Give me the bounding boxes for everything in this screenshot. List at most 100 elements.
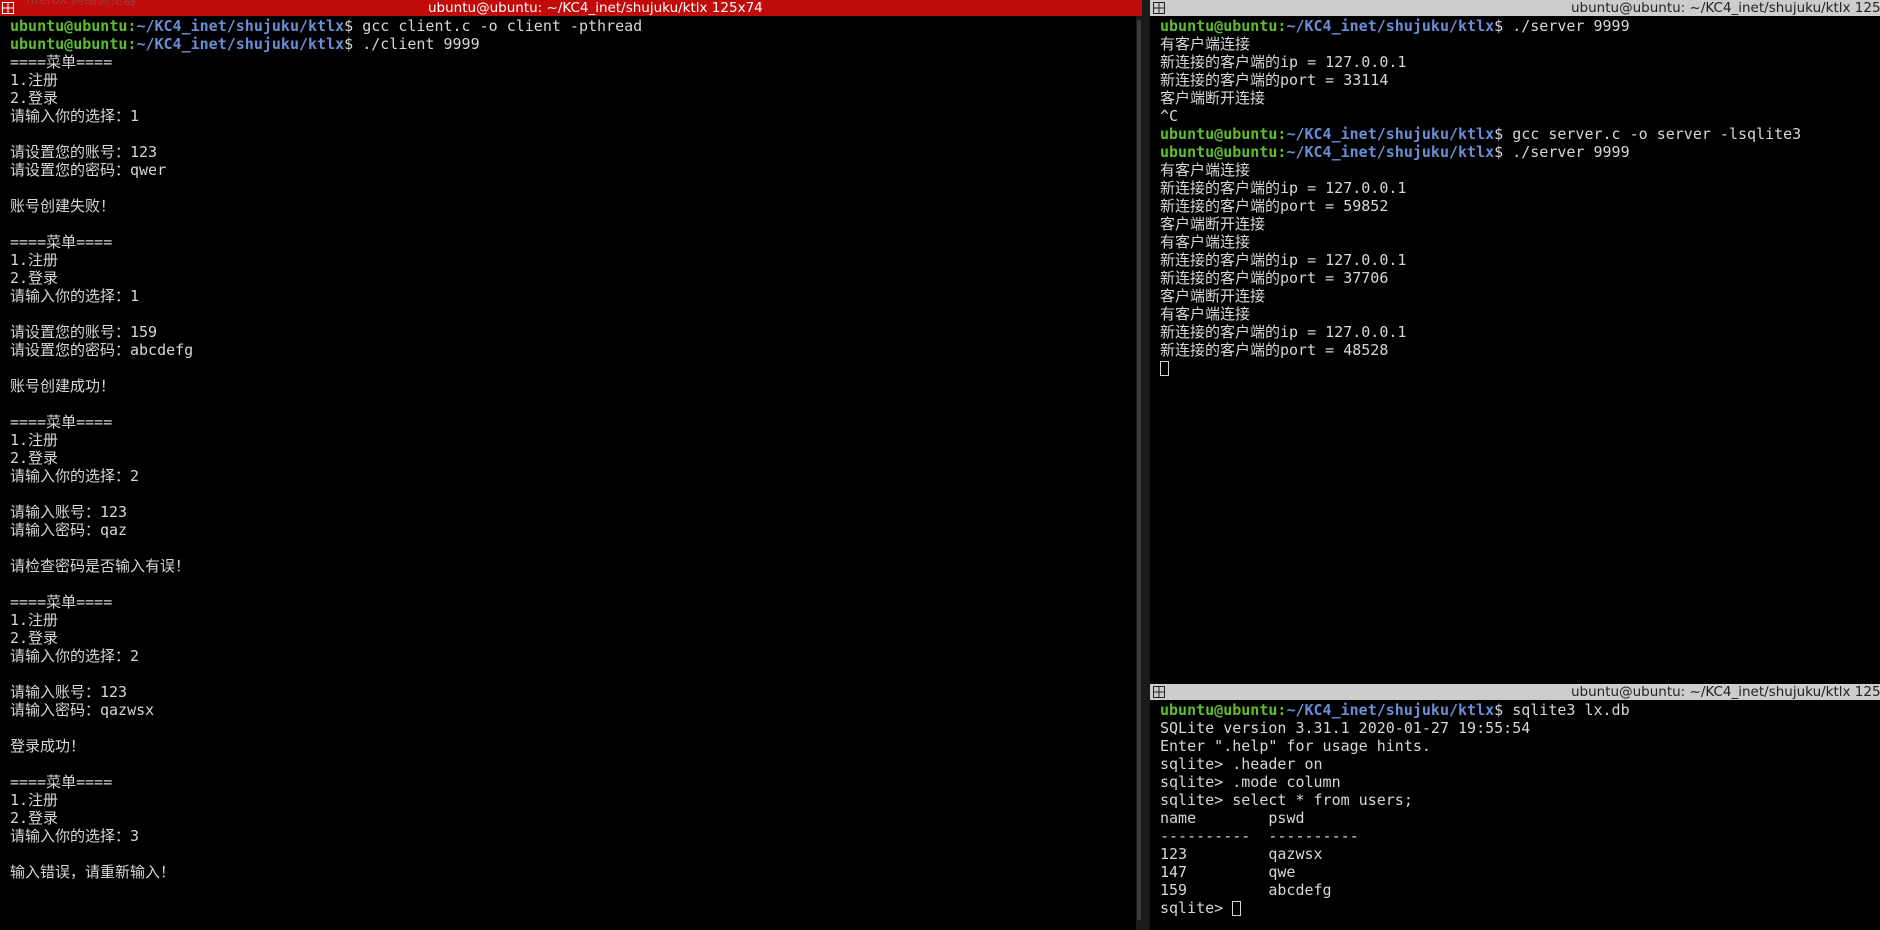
output-text: sqlite> (1160, 899, 1233, 917)
output-line: 请输入你的选择：3 (10, 827, 1138, 845)
output-text: 请输入账号：123 (10, 683, 128, 701)
output-line: ====菜单==== (10, 413, 1138, 431)
left-terminal-title: ubuntu@ubuntu: ~/KC4_inet/shujuku/ktlx 1… (428, 0, 763, 16)
output-text: SQLite version 3.31.1 2020-01-27 19:55:5… (1160, 719, 1531, 737)
output-line: 客户端断开连接 (1160, 89, 1876, 107)
right-top-terminal-titlebar[interactable]: ubuntu@ubuntu: ~/KC4_inet/shujuku/ktlx 1… (1150, 0, 1880, 16)
command-text: $ ./server 9999 (1494, 143, 1630, 161)
prompt-user: ubuntu@ubuntu (1160, 143, 1278, 161)
output-line (1160, 359, 1876, 377)
output-line: 请输入账号：123 (10, 683, 1138, 701)
output-line: Enter ".help" for usage hints. (1160, 737, 1876, 755)
output-text: 请输入你的选择：2 (10, 647, 140, 665)
output-text: sqlite> .mode column (1160, 773, 1341, 791)
output-text: 请检查密码是否输入有误！ (10, 557, 191, 575)
output-text: 客户端断开连接 (1160, 287, 1266, 305)
output-text: 新连接的客户端的ip = 127.0.0.1 (1160, 179, 1407, 197)
prompt-path: ~/KC4_inet/shujuku/ktlx (136, 17, 345, 35)
left-terminal-pane[interactable]: firefox 网络浏览器 ubuntu@ubuntu: ~/KC4_inet/… (0, 0, 1142, 930)
output-text: ====菜单==== (10, 233, 113, 251)
command-text: $ ./server 9999 (1494, 17, 1630, 35)
output-text: 2.登录 (10, 269, 59, 287)
command-text: $ ./client 9999 (344, 35, 480, 53)
output-line: sqlite> .mode column (1160, 773, 1876, 791)
output-text: 请设置您的密码：abcdefg (10, 341, 194, 359)
output-line: ---------- ---------- (1160, 827, 1876, 845)
command-text: $ gcc server.c -o server -lsqlite3 (1494, 125, 1802, 143)
output-text: 请设置您的密码：qwer (10, 161, 167, 179)
output-line: 2.登录 (10, 809, 1138, 827)
output-line: 新连接的客户端的port = 59852 (1160, 197, 1876, 215)
output-text: ====菜单==== (10, 53, 113, 71)
output-text: 请设置您的账号：159 (10, 323, 158, 341)
output-text: ---------- ---------- (1160, 827, 1359, 845)
output-text: 1.注册 (10, 251, 59, 269)
output-line: ====菜单==== (10, 233, 1138, 251)
output-line: 请检查密码是否输入有误！ (10, 557, 1138, 575)
left-terminal-output[interactable]: ubuntu@ubuntu:~/KC4_inet/shujuku/ktlx$ g… (10, 17, 1138, 930)
right-top-terminal-output[interactable]: ubuntu@ubuntu:~/KC4_inet/shujuku/ktlx$ .… (1160, 17, 1876, 682)
output-text: 新连接的客户端的ip = 127.0.0.1 (1160, 53, 1407, 71)
output-text: 有客户端连接 (1160, 233, 1251, 251)
window-menu-icon[interactable] (2, 2, 14, 14)
output-line: ====菜单==== (10, 593, 1138, 611)
window-menu-icon[interactable] (1153, 686, 1165, 698)
right-bottom-terminal-output[interactable]: ubuntu@ubuntu:~/KC4_inet/shujuku/ktlx$ s… (1160, 701, 1876, 930)
output-text: name pswd (1160, 809, 1305, 827)
output-line: ====菜单==== (10, 773, 1138, 791)
output-text: 请输入密码：qazwsx (10, 701, 155, 719)
output-text: 账号创建失败！ (10, 197, 116, 215)
output-text: 1.注册 (10, 431, 59, 449)
output-line: ====菜单==== (10, 53, 1138, 71)
output-text: 账号创建成功！ (10, 377, 116, 395)
output-line: sqlite> select * from users; (1160, 791, 1876, 809)
output-text: 登录成功！ (10, 737, 86, 755)
output-text: 2.登录 (10, 89, 59, 107)
pane-divider[interactable] (1142, 0, 1150, 930)
prompt-path: ~/KC4_inet/shujuku/ktlx (1286, 125, 1495, 143)
output-line: name pswd (1160, 809, 1876, 827)
output-line: 请设置您的账号：159 (10, 323, 1138, 341)
prompt-line: ubuntu@ubuntu:~/KC4_inet/shujuku/ktlx$ .… (10, 35, 1138, 53)
output-line: 1.注册 (10, 431, 1138, 449)
output-text: 1.注册 (10, 791, 59, 809)
output-line: 输入错误，请重新输入！ (10, 863, 1138, 881)
prompt-line: ubuntu@ubuntu:~/KC4_inet/shujuku/ktlx$ g… (10, 17, 1138, 35)
output-line: 请设置您的密码：qwer (10, 161, 1138, 179)
output-line: 登录成功！ (10, 737, 1138, 755)
left-scroll-thumb[interactable] (1137, 20, 1141, 920)
prompt-line: ubuntu@ubuntu:~/KC4_inet/shujuku/ktlx$ .… (1160, 17, 1876, 35)
output-text: 新连接的客户端的port = 59852 (1160, 197, 1389, 215)
output-line: 新连接的客户端的port = 37706 (1160, 269, 1876, 287)
output-line: SQLite version 3.31.1 2020-01-27 19:55:5… (1160, 719, 1876, 737)
output-line: 请输入你的选择：1 (10, 287, 1138, 305)
output-line: 新连接的客户端的port = 48528 (1160, 341, 1876, 359)
output-text: sqlite> select * from users; (1160, 791, 1413, 809)
right-bottom-terminal-titlebar[interactable]: ubuntu@ubuntu: ~/KC4_inet/shujuku/ktlx 1… (1150, 684, 1880, 700)
output-line: 请输入你的选择：1 (10, 107, 1138, 125)
window-menu-icon[interactable] (1153, 2, 1165, 14)
output-text: 有客户端连接 (1160, 161, 1251, 179)
output-text: 请输入你的选择：3 (10, 827, 140, 845)
output-line: 有客户端连接 (1160, 305, 1876, 323)
output-text: 新连接的客户端的port = 37706 (1160, 269, 1389, 287)
output-text: 1.注册 (10, 611, 59, 629)
output-text: 请输入你的选择：2 (10, 467, 140, 485)
prompt-user: ubuntu@ubuntu (1160, 701, 1278, 719)
output-line: 请输入密码：qaz (10, 521, 1138, 539)
output-text: Enter ".help" for usage hints. (1160, 737, 1431, 755)
left-terminal-titlebar[interactable]: firefox 网络浏览器 ubuntu@ubuntu: ~/KC4_inet/… (0, 0, 1142, 16)
prompt-line: ubuntu@ubuntu:~/KC4_inet/shujuku/ktlx$ g… (1160, 125, 1876, 143)
output-line: 新连接的客户端的ip = 127.0.0.1 (1160, 179, 1876, 197)
output-line: 123 qazwsx (1160, 845, 1876, 863)
command-text: $ sqlite3 lx.db (1494, 701, 1630, 719)
right-top-terminal-pane[interactable]: ubuntu@ubuntu: ~/KC4_inet/shujuku/ktlx 1… (1150, 0, 1880, 682)
right-bottom-terminal-pane[interactable]: ubuntu@ubuntu: ~/KC4_inet/shujuku/ktlx 1… (1150, 684, 1880, 930)
output-text: 2.登录 (10, 449, 59, 467)
output-text: sqlite> .header on (1160, 755, 1323, 773)
